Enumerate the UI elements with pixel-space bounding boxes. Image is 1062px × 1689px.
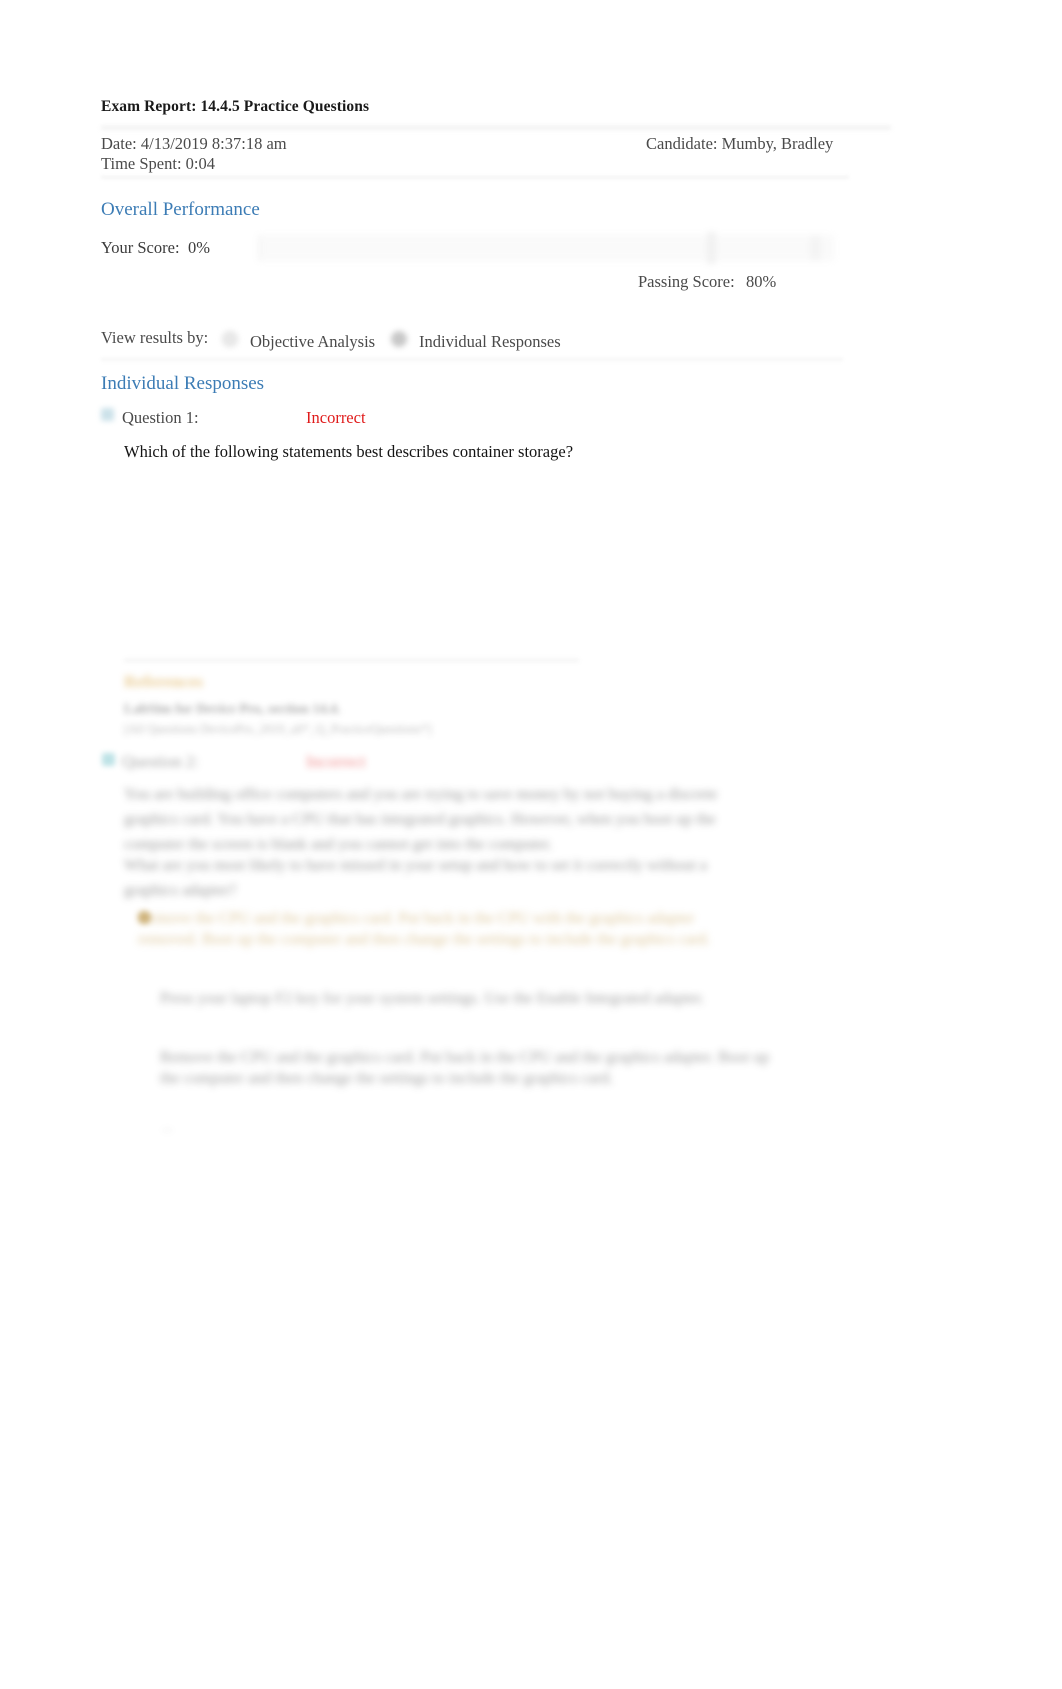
report-candidate: Candidate: Mumby, Bradley (646, 134, 834, 153)
question-2-option-2[interactable]: Press your laptop F2 key for your system… (160, 988, 780, 1009)
score-bar-track (258, 235, 834, 261)
radio-label-objective-analysis[interactable]: Objective Analysis (250, 332, 375, 352)
references-divider (124, 659, 579, 663)
question-2-label: Question 2: (122, 752, 199, 771)
question-2-paragraph-2: What are you most likely to have missed … (124, 857, 707, 899)
radio-label-individual-responses[interactable]: Individual Responses (419, 332, 561, 352)
radio-objective-analysis[interactable] (222, 331, 238, 347)
header-divider (101, 126, 891, 131)
passing-score-marker (707, 232, 716, 264)
passing-score-label: Passing Score: (638, 272, 735, 291)
question-2-status-icon (102, 753, 115, 766)
question-2-paragraph-1: You are building office computers and yo… (124, 786, 718, 853)
radio-individual-responses[interactable] (391, 331, 407, 347)
view-results-divider (101, 358, 843, 362)
page-title: Exam Report: 14.4.5 Practice Questions (101, 98, 370, 115)
question-2-trailing-text: ... (162, 1120, 173, 1135)
passing-score-value: 80% (746, 272, 777, 291)
question-2-result-badge: Incorrect (306, 752, 366, 771)
your-score-value: 0% (188, 238, 210, 257)
score-bar (258, 232, 834, 264)
question-2-option-3[interactable]: Remove the CPU and the graphics card. Pu… (160, 1047, 780, 1089)
question-1-result-badge: Incorrect (306, 408, 366, 427)
individual-responses-heading: Individual Responses (101, 373, 265, 394)
report-time-spent: Time Spent: 0:04 (101, 154, 215, 173)
question-status-icon (101, 408, 114, 421)
question-1-text: Which of the following statements best d… (124, 442, 574, 461)
overall-performance-heading: Overall Performance (101, 199, 260, 220)
score-bar-fill (258, 235, 262, 261)
exam-report-page: Exam Report: 14.4.5 Practice Questions D… (0, 0, 1062, 1689)
score-bar-end-cap (810, 236, 821, 260)
references-line-2: [All Questions DevicePro_2019_all*_Q_Pra… (124, 722, 432, 736)
references-heading: References (124, 672, 203, 691)
your-score-label: Your Score: (101, 238, 180, 257)
references-line-1: LabSim for Device Pro, section 14.4. (124, 702, 341, 717)
question-2-option-1[interactable]: Remove the CPU and the graphics card. Pu… (138, 908, 758, 950)
report-date: Date: 4/13/2019 8:37:18 am (101, 134, 287, 153)
meta-divider (101, 176, 849, 180)
question-1-label: Question 1: (122, 408, 199, 427)
view-results-by-label: View results by: (101, 328, 209, 347)
